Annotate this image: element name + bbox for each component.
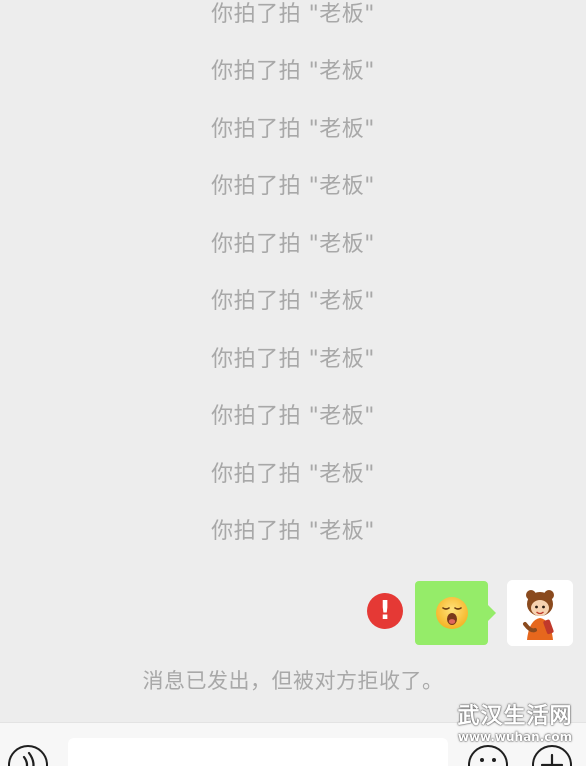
pat-message: 你拍了拍 "老板" — [211, 59, 375, 84]
exclamation-icon[interactable]: ! — [367, 593, 403, 629]
pat-message: 你拍了拍 "老板" — [211, 347, 375, 372]
voice-icon — [22, 751, 35, 766]
sent-message-row: ! — [0, 578, 586, 648]
pat-message: 你拍了拍 "老板" — [211, 232, 375, 257]
message-bubble[interactable] — [415, 581, 496, 645]
avatar-image — [507, 580, 573, 646]
pat-message: 你拍了拍 "老板" — [211, 462, 375, 487]
input-bar — [0, 722, 586, 766]
chat-area: 你拍了拍 "老板" 你拍了拍 "老板" 你拍了拍 "老板" 你拍了拍 "老板" … — [0, 0, 586, 722]
pat-message: 你拍了拍 "老板" — [211, 289, 375, 314]
pat-message: 你拍了拍 "老板" — [211, 117, 375, 142]
voice-button[interactable] — [8, 745, 48, 766]
pat-message: 你拍了拍 "老板" — [211, 404, 375, 429]
emoji-button[interactable] — [468, 745, 508, 766]
pat-message: 你拍了拍 "老板" — [211, 174, 375, 199]
system-notice: 消息已发出，但被对方拒收了。 — [142, 669, 444, 693]
pat-message: 你拍了拍 "老板" — [211, 519, 375, 544]
plus-icon — [540, 753, 564, 766]
more-button[interactable] — [532, 745, 572, 766]
message-input[interactable] — [68, 738, 448, 766]
yawning-face-emoji — [436, 597, 468, 629]
pat-message: 你拍了拍 "老板" — [211, 2, 375, 27]
smiley-icon — [480, 758, 496, 762]
avatar[interactable] — [507, 580, 573, 646]
